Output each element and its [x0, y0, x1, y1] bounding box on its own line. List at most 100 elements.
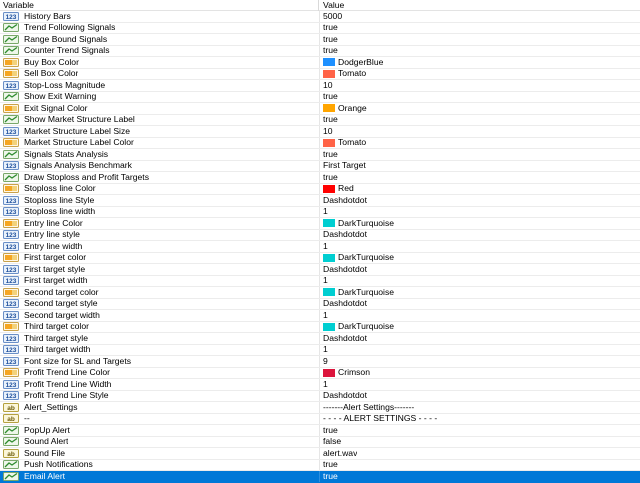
value-cell[interactable]: 1	[320, 276, 640, 287]
value-cell[interactable]: true	[320, 172, 640, 183]
table-row[interactable]: Show Exit Warning true	[0, 91, 640, 103]
table-row[interactable]: 123 Entry line style Dashdotdot	[0, 229, 640, 241]
table-row[interactable]: 123 Profit Trend Line Style Dashdotdot	[0, 390, 640, 402]
table-row[interactable]: Profit Trend Line Color Crimson	[0, 367, 640, 379]
value-cell[interactable]: true	[320, 115, 640, 126]
table-row[interactable]: Stoploss line Color Red	[0, 183, 640, 195]
table-row[interactable]: Third target color DarkTurquoise	[0, 321, 640, 333]
value-cell[interactable]: DarkTurquoise	[320, 218, 640, 229]
table-row[interactable]: Signals Stats Analysis true	[0, 149, 640, 161]
value-cell[interactable]: Tomato	[320, 138, 640, 149]
table-row[interactable]: 123 Entry line width 1	[0, 241, 640, 253]
value-cell[interactable]: Orange	[320, 103, 640, 114]
table-row[interactable]: Market Structure Label Color Tomato	[0, 137, 640, 149]
value-cell[interactable]: Red	[320, 184, 640, 195]
table-row[interactable]: 123 Stoploss line Style Dashdotdot	[0, 195, 640, 207]
value-cell[interactable]: alert.wav	[320, 448, 640, 459]
table-row[interactable]: ab Alert_Settings -------Alert Settings---…	[0, 402, 640, 414]
table-row[interactable]: Second target color DarkTurquoise	[0, 287, 640, 299]
table-row[interactable]: 123 First target width 1	[0, 275, 640, 287]
value-cell[interactable]: true	[320, 425, 640, 436]
value-cell[interactable]: true	[320, 460, 640, 471]
table-row[interactable]: Counter Trend Signals true	[0, 45, 640, 57]
variable-cell: Market Structure Label Color	[0, 137, 320, 148]
table-row[interactable]: Buy Box Color DodgerBlue	[0, 57, 640, 69]
value-text: true	[323, 22, 338, 33]
value-cell[interactable]: 1	[320, 379, 640, 390]
table-row[interactable]: 123 Market Structure Label Size 10	[0, 126, 640, 138]
value-cell[interactable]: true	[320, 149, 640, 160]
value-cell[interactable]: true	[320, 92, 640, 103]
value-cell[interactable]: DarkTurquoise	[320, 287, 640, 298]
bool-icon	[2, 425, 20, 435]
table-row[interactable]: 123 History Bars 5000	[0, 11, 640, 23]
value-cell[interactable]: 9	[320, 356, 640, 367]
value-cell[interactable]: Dashdotdot	[320, 391, 640, 402]
value-cell[interactable]: 1	[320, 207, 640, 218]
value-cell[interactable]: Dashdotdot	[320, 264, 640, 275]
value-column-header[interactable]: Value	[319, 0, 640, 11]
variable-cell: 123 Stoploss line width	[0, 206, 320, 217]
variable-cell: ab --	[0, 413, 320, 424]
table-row[interactable]: 123 Second target width 1	[0, 310, 640, 322]
table-row[interactable]: 123 Third target style Dashdotdot	[0, 333, 640, 345]
table-row[interactable]: 123 Second target style Dashdotdot	[0, 298, 640, 310]
table-row[interactable]: Range Bound Signals true	[0, 34, 640, 46]
value-cell[interactable]: true	[320, 46, 640, 57]
table-row[interactable]: 123 First target style Dashdotdot	[0, 264, 640, 276]
value-cell[interactable]: DarkTurquoise	[320, 253, 640, 264]
table-row[interactable]: Sound Alert false	[0, 436, 640, 448]
color-icon	[2, 368, 20, 378]
table-row[interactable]: PopUp Alert true	[0, 425, 640, 437]
value-cell[interactable]: 1	[320, 345, 640, 356]
table-row[interactable]: First target color DarkTurquoise	[0, 252, 640, 264]
table-row[interactable]: Entry line Color DarkTurquoise	[0, 218, 640, 230]
value-cell[interactable]: Crimson	[320, 368, 640, 379]
value-cell[interactable]: false	[320, 437, 640, 448]
table-row[interactable]: Push Notifications true	[0, 459, 640, 471]
value-text: Dashdotdot	[323, 390, 367, 401]
variable-name: Signals Stats Analysis	[24, 149, 109, 159]
value-cell[interactable]: true	[320, 34, 640, 45]
table-row[interactable]: Draw Stoploss and Profit Targets true	[0, 172, 640, 184]
int-icon: 123	[2, 276, 20, 286]
table-row[interactable]: 123 Profit Trend Line Width 1	[0, 379, 640, 391]
value-cell[interactable]: DarkTurquoise	[320, 322, 640, 333]
table-row[interactable]: 123 Stop-Loss Magnitude 10	[0, 80, 640, 92]
table-row[interactable]: Sell Box Color Tomato	[0, 68, 640, 80]
value-cell[interactable]: First Target	[320, 161, 640, 172]
value-cell[interactable]: 10	[320, 126, 640, 137]
table-row[interactable]: 123 Third target width 1	[0, 344, 640, 356]
table-row[interactable]: Email Alert true	[0, 471, 640, 483]
value-text: Crimson	[338, 367, 370, 378]
table-row[interactable]: 123 Font size for SL and Targets 9	[0, 356, 640, 368]
value-cell[interactable]: 1	[320, 310, 640, 321]
value-cell[interactable]: true	[320, 23, 640, 34]
table-row[interactable]: Exit Signal Color Orange	[0, 103, 640, 115]
table-row[interactable]: ab Sound File alert.wav	[0, 448, 640, 460]
value-cell[interactable]: 1	[320, 241, 640, 252]
double-icon: 123	[2, 80, 20, 90]
value-cell[interactable]: 10	[320, 80, 640, 91]
value-cell[interactable]: DodgerBlue	[320, 57, 640, 68]
bool-icon	[2, 460, 20, 470]
variable-cell: Counter Trend Signals	[0, 45, 320, 56]
value-cell[interactable]: 5000	[320, 11, 640, 22]
variable-name: Push Notifications	[24, 459, 93, 470]
table-row[interactable]: Show Market Structure Label true	[0, 114, 640, 126]
table-row[interactable]: Trend Following Signals true	[0, 22, 640, 34]
value-cell[interactable]: Tomato	[320, 69, 640, 80]
value-cell[interactable]: Dashdotdot	[320, 333, 640, 344]
value-cell[interactable]: - - - - ALERT SETTINGS - - - -	[320, 414, 640, 425]
variable-column-header[interactable]: Variable	[0, 0, 319, 11]
color-swatch	[323, 322, 335, 331]
variable-name: Alert_Settings	[24, 402, 78, 412]
variable-cell: Sound Alert	[0, 436, 320, 447]
value-cell[interactable]: Dashdotdot	[320, 230, 640, 241]
table-row[interactable]: 123 Stoploss line width 1	[0, 206, 640, 218]
table-row[interactable]: ab -- - - - - ALERT SETTINGS - - - -	[0, 413, 640, 425]
value-cell[interactable]: Dashdotdot	[320, 299, 640, 310]
value-cell[interactable]: -------Alert Settings-------	[320, 402, 640, 413]
table-row[interactable]: 123 Signals Analysis Benchmark First Targe…	[0, 160, 640, 172]
value-cell[interactable]: Dashdotdot	[320, 195, 640, 206]
